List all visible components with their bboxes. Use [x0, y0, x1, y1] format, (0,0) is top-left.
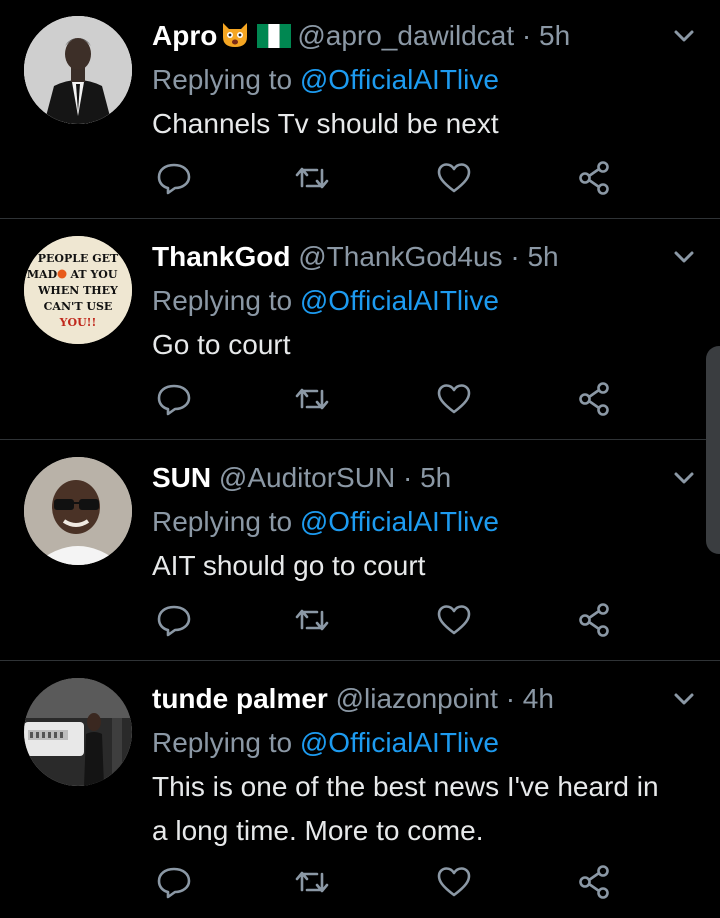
display-name[interactable]: SUN — [152, 462, 211, 493]
replying-label: Replying to — [152, 64, 293, 95]
tweet-text: AIT should go to court — [152, 550, 426, 581]
like-icon — [437, 163, 471, 193]
share-icon — [579, 161, 609, 195]
dot-separator: · — [510, 241, 520, 272]
tweet-feed: Apro @apro_dawildcat · 5h Replying to @Of… — [0, 0, 720, 918]
tweet-header: tunde palmer @liazonpoint · 4h — [152, 677, 690, 721]
reply-icon — [157, 163, 191, 195]
avatar[interactable]: PEOPLE GET MAD AT YOU WHEN THEY CAN'T US… — [24, 236, 132, 344]
like-icon — [437, 605, 471, 635]
display-name[interactable]: Apro — [152, 20, 217, 51]
replying-line: Replying to @OfficialAITlive — [152, 58, 690, 102]
avatar-quote-line: CAN'T USE — [44, 300, 113, 313]
chevron-down-icon[interactable] — [670, 243, 698, 271]
reply-icon — [157, 867, 191, 899]
handle[interactable]: @AuditorSUN — [219, 462, 395, 493]
tweet[interactable]: PEOPLE GET MAD AT YOU WHEN THEY CAN'T US… — [0, 219, 720, 440]
like-button[interactable] — [432, 598, 476, 642]
scrollbar[interactable] — [706, 346, 720, 554]
reply-button[interactable] — [152, 377, 196, 421]
like-button[interactable] — [432, 860, 476, 904]
handle[interactable]: @apro_dawildcat — [297, 20, 514, 51]
avatar-photo — [24, 16, 132, 124]
avatar-quote-line: AT YOU — [70, 268, 118, 281]
chevron-down-icon[interactable] — [670, 685, 698, 713]
timestamp[interactable]: 5h — [539, 20, 570, 51]
tweet-actions — [152, 377, 622, 421]
share-button[interactable] — [572, 377, 616, 421]
dot-separator: · — [505, 683, 516, 714]
tweet-header: ThankGod @ThankGod4us · 5h — [152, 235, 690, 279]
reply-icon — [157, 605, 191, 637]
retweet-icon — [295, 167, 329, 189]
replying-line: Replying to @OfficialAITlive — [152, 721, 690, 765]
share-button[interactable] — [572, 598, 616, 642]
avatar[interactable] — [24, 16, 132, 124]
retweet-button[interactable] — [290, 598, 334, 642]
mention-link[interactable]: @OfficialAITlive — [300, 506, 499, 537]
display-name[interactable]: ThankGod — [152, 241, 290, 272]
retweet-icon — [295, 609, 329, 631]
reply-button[interactable] — [152, 598, 196, 642]
replying-line: Replying to @OfficialAITlive — [152, 500, 690, 544]
tweet-text: Channels Tv should be next — [152, 108, 499, 139]
retweet-icon — [295, 871, 329, 893]
share-icon — [579, 603, 609, 637]
retweet-button[interactable] — [290, 156, 334, 200]
tweet-actions — [152, 598, 622, 642]
avatar[interactable] — [24, 678, 132, 786]
dot-separator: · — [402, 462, 413, 493]
avatar-quote-line: YOU!! — [59, 316, 97, 329]
share-button[interactable] — [572, 860, 616, 904]
like-icon — [437, 384, 471, 414]
avatar-photo — [24, 457, 132, 565]
mention-link[interactable]: @OfficialAITlive — [300, 64, 499, 95]
avatar-photo — [24, 678, 132, 786]
avatar-quote-line: WHEN THEY — [37, 284, 118, 297]
handle[interactable]: @liazonpoint — [336, 683, 498, 714]
avatar-quote-image: PEOPLE GET MAD AT YOU WHEN THEY CAN'T US… — [24, 236, 132, 344]
chevron-down-icon[interactable] — [670, 464, 698, 492]
retweet-button[interactable] — [290, 860, 334, 904]
share-icon — [579, 382, 609, 416]
replying-line: Replying to @OfficialAITlive — [152, 279, 690, 323]
like-icon — [437, 867, 471, 897]
like-button[interactable] — [432, 156, 476, 200]
handle[interactable]: @ThankGod4us — [298, 241, 502, 272]
replying-label: Replying to — [152, 285, 293, 316]
replying-label: Replying to — [152, 506, 293, 537]
tweet-header: Apro @apro_dawildcat · 5h — [152, 14, 690, 58]
tweet-text: This is one of the best news I've heard … — [152, 771, 659, 802]
mention-link[interactable]: @OfficialAITlive — [300, 727, 499, 758]
reply-button[interactable] — [152, 156, 196, 200]
avatar-quote-line: MAD — [27, 268, 58, 281]
avatar-quote-line: PEOPLE GET — [38, 252, 119, 265]
timestamp[interactable]: 4h — [523, 683, 554, 714]
replying-label: Replying to — [152, 727, 293, 758]
dot-separator: · — [521, 20, 532, 51]
display-name[interactable]: tunde palmer — [152, 683, 328, 714]
nigeria-flag — [257, 17, 292, 48]
mention-link[interactable]: @OfficialAITlive — [300, 285, 499, 316]
tweet-header: SUN @AuditorSUN · 5h — [152, 456, 690, 500]
reply-icon — [157, 384, 191, 416]
chevron-down-icon[interactable] — [670, 22, 698, 50]
tweet-text: a long time. More to come. — [152, 815, 484, 846]
avatar[interactable] — [24, 457, 132, 565]
tweet-actions — [152, 860, 622, 904]
reply-button[interactable] — [152, 860, 196, 904]
tweet[interactable]: tunde palmer @liazonpoint · 4h Replying … — [0, 661, 720, 918]
share-button[interactable] — [572, 156, 616, 200]
tweet-actions — [152, 156, 622, 200]
retweet-button[interactable] — [290, 377, 334, 421]
tweet-text: Go to court — [152, 329, 291, 360]
like-button[interactable] — [432, 377, 476, 421]
share-icon — [579, 865, 609, 899]
timestamp[interactable]: 5h — [420, 462, 451, 493]
tweet[interactable]: Apro @apro_dawildcat · 5h Replying to @Of… — [0, 0, 720, 219]
tweet[interactable]: SUN @AuditorSUN · 5h Replying to @Offici… — [0, 440, 720, 661]
retweet-icon — [295, 388, 329, 410]
timestamp[interactable]: 5h — [527, 241, 558, 272]
weary-cat-emoji — [219, 18, 251, 48]
